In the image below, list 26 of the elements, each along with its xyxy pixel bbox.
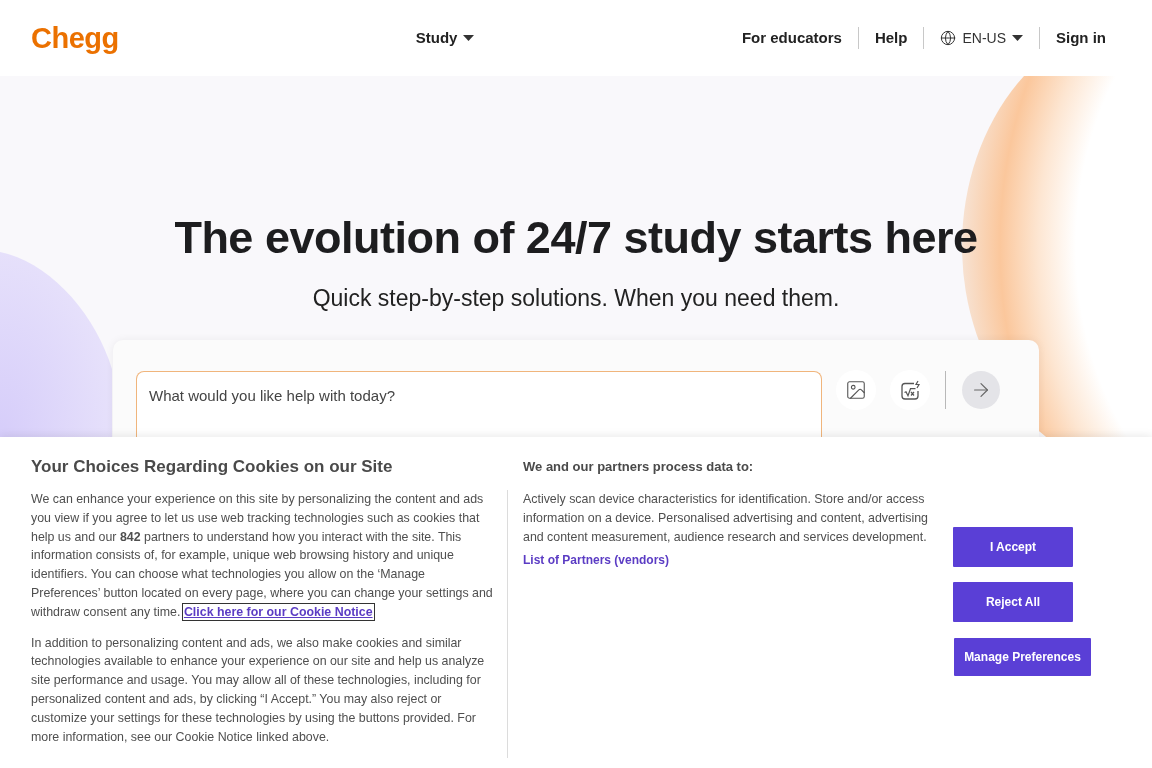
image-upload-button[interactable] <box>836 370 876 410</box>
hero-subtitle: Quick step-by-step solutions. When you need them. <box>312 284 840 313</box>
question-field[interactable]: What would you like help with today? <box>136 371 822 437</box>
caret-icon <box>463 35 475 41</box>
study-menu[interactable]: Study <box>415 26 475 50</box>
cookie-paragraph: In addition to personalizing content and ads, we also make cookies and similar technologies available to enhance your experience on our site and help us analyze site performance and usage. You may allow all of these technologies, including for personalized content and ads, by clicking “I Accept.” You may also reject or customize your settings for these technologies by using the buttons provided. For more information, see our Cookie Notice linked above. <box>31 634 486 746</box>
cookie-paragraph: We can enhance your experience on this site by personalizing the content and ads you view if you agree to let us use web tracking technologies such as cookies that help us and our 842 partners to understand how you interact with the site. This information consists of, for example, unique web browsing history and unique identifiers. You can choose what technologies you allow on the ‘Manage Preferences’ button located on every page, where you can change your settings and withdraw consent any time. Click here for our Cookie Notice <box>31 491 494 621</box>
image-icon <box>845 379 867 401</box>
partners-link[interactable]: List of Partners (vendors) <box>523 551 670 569</box>
language-selector[interactable]: EN-US <box>940 27 1023 49</box>
consent-button[interactable]: I Accept <box>953 527 1073 567</box>
consent-button[interactable]: Manage Preferences <box>954 638 1091 676</box>
nav-link[interactable]: For educators <box>741 26 842 50</box>
caret-icon <box>1012 35 1023 41</box>
purposes-title: We and our partners process data to: <box>522 458 755 476</box>
nav-link[interactable]: Help <box>874 26 908 50</box>
square-root-sparkle-icon <box>899 379 921 401</box>
submit-button[interactable] <box>962 371 1000 409</box>
nav-link[interactable]: Sign in <box>1056 26 1106 50</box>
consent-button[interactable]: Reject All <box>953 582 1073 622</box>
cookie-banner-title: Your Choices Regarding Cookies on our Site <box>31 456 394 478</box>
hero-title: The evolution of 24/7 study starts here <box>174 213 978 263</box>
math-button[interactable] <box>890 370 930 410</box>
cookie-notice-link[interactable]: Click here for our Cookie Notice <box>183 604 373 619</box>
globe-icon <box>940 30 957 46</box>
purposes-text: Actively scan device characteristics for identification. Store and/or access information on a device. Personalised advertising and content, advertising and content measurement, audience research and services development. <box>523 491 929 546</box>
